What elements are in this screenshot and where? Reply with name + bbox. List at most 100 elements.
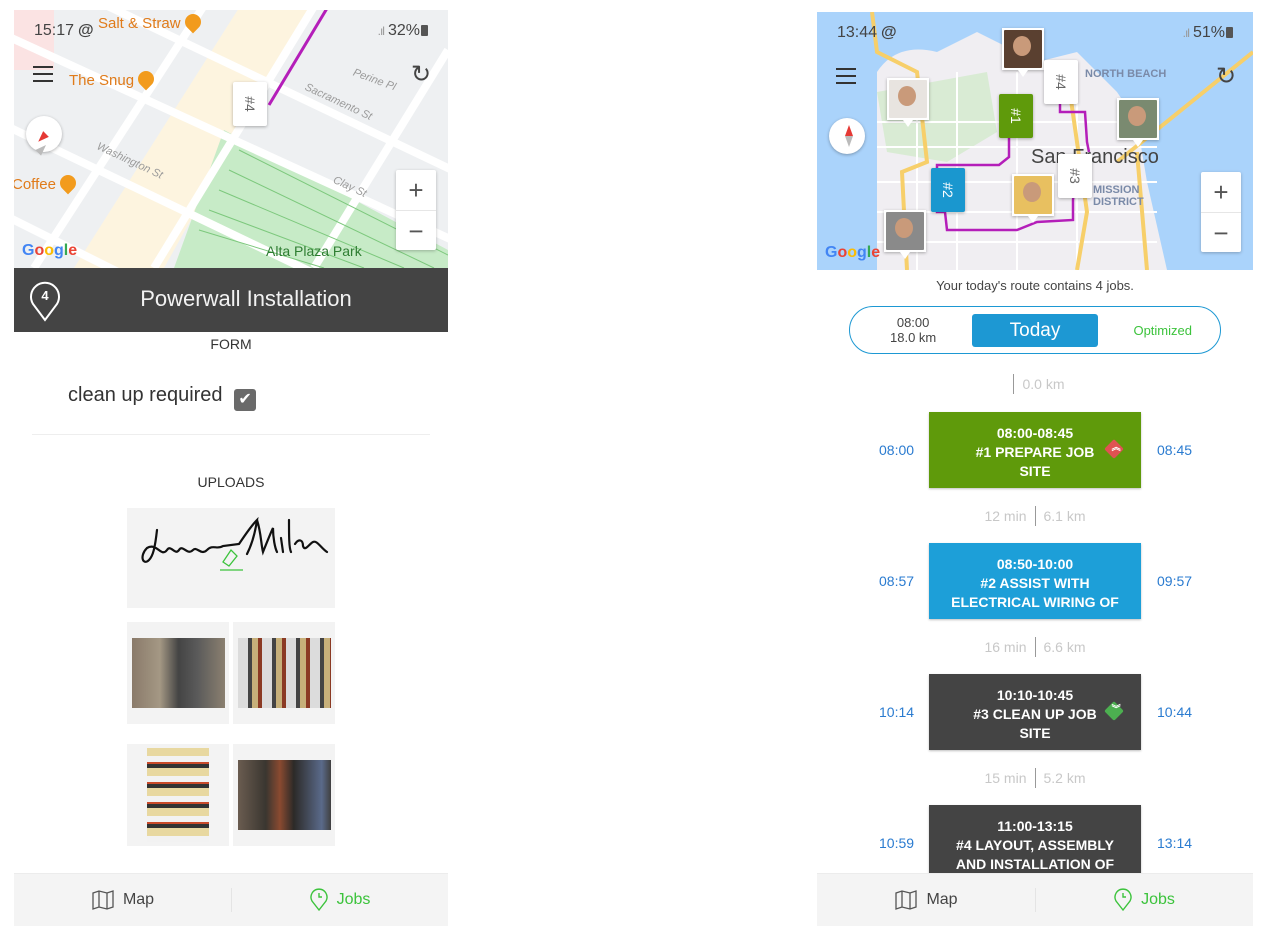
menu-button[interactable] [836,68,856,84]
status-time: 13:44 @ [837,24,897,41]
park-label: Alta Plaza Park [266,243,362,259]
job-marker-1[interactable]: #1 [999,94,1033,138]
arrival-time: 10:59 [879,835,915,851]
map-poi[interactable]: Salt & Straw [98,10,204,34]
map-view[interactable]: 13:44 @ .ıl 51% San Francisco NORTH BEACH … [817,12,1253,270]
battery-icon [421,25,428,36]
job-card[interactable]: 08:50-10:00 #2 ASSIST WITH ELECTRICAL WI… [929,543,1141,619]
bottom-nav: Map Jobs [817,873,1253,926]
today-button[interactable]: Today [972,314,1098,347]
battery-icon [1226,27,1233,38]
google-logo: Google [22,242,78,259]
photo-thumbnail[interactable] [127,622,229,724]
departure-time: 10:44 [1157,704,1193,720]
coffee-pin-icon [56,171,80,195]
route-selector: 08:00 18.0 km Today Optimized [849,306,1221,354]
status-bar: 15:17 @ .ıl 32% [14,10,448,50]
departure-time: 13:14 [1157,835,1193,851]
job-marker[interactable]: #4 [233,82,267,126]
job-card[interactable]: 11:00-13:15 #4 LAYOUT, ASSEMBLY AND INST… [929,805,1141,881]
status-battery: .ıl 51% [1183,24,1233,42]
nav-tab-jobs[interactable]: Jobs [231,874,448,926]
photo-thumbnail[interactable] [233,744,335,846]
job-row: 10:59 11:00-13:15 #4 LAYOUT, ASSEMBLY AN… [817,805,1253,881]
zoom-out-button[interactable]: − [396,211,436,251]
compass-icon [845,125,853,136]
form-section-title: FORM [210,336,252,352]
checkbox-checked-icon[interactable]: ✔ [234,389,257,411]
job-title: Powerwall Installation [140,286,352,311]
refresh-icon[interactable]: ↻ [408,62,434,88]
district-label: NORTH BEACH [1085,68,1167,80]
field-label: clean up required [68,384,223,406]
job-card[interactable]: 10:10-10:45 #3 CLEAN UP JOB SITE ︾ [929,674,1141,750]
zoom-out-button[interactable]: − [1201,213,1241,253]
photo-thumbnail[interactable] [127,744,229,846]
photo-busbar [238,638,331,708]
map-poi[interactable]: Coffee [14,171,80,195]
menu-button[interactable] [33,66,53,82]
signature-image [141,516,329,571]
zoom-controls: + − [396,170,436,250]
job-marker-4[interactable]: #4 [1044,60,1078,104]
city-label: San Francisco [1031,146,1159,168]
job-row: 08:57 08:50-10:00 #2 ASSIST WITH ELECTRI… [817,543,1253,619]
job-row: 08:00 08:00-08:45 #1 PREPARE JOB SITE ︽ … [817,412,1253,488]
zoom-controls: + − [1201,172,1241,252]
job-marker-3[interactable]: #3 [1058,154,1092,198]
signal-icon: .ıl [377,24,385,38]
status-time: 15:17 @ [34,22,94,39]
route-leg: 16 min 6.6 km [984,637,1086,657]
zoom-in-button[interactable]: + [1201,172,1241,213]
clock-pin-icon [309,888,328,912]
form-field-clean-up: clean up required ✔ [68,384,257,411]
job-row: 10:14 10:10-10:45 #3 CLEAN UP JOB SITE ︾… [817,674,1253,750]
restaurant-pin-icon [181,10,204,34]
compass-button[interactable] [26,116,62,156]
route-screen: 13:44 @ .ıl 51% San Francisco NORTH BEACH … [817,12,1253,926]
map-icon [895,890,918,910]
technician-avatar[interactable] [1002,28,1044,77]
zoom-in-button[interactable]: + [396,170,436,211]
job-marker-2[interactable]: #2 [931,168,965,212]
technician-avatar[interactable] [884,210,926,259]
signal-icon: .ıl [1182,26,1190,40]
technician-avatar[interactable] [1117,98,1159,147]
arrival-time: 08:57 [879,573,915,589]
job-card[interactable]: 08:00-08:45 #1 PREPARE JOB SITE ︽ [929,412,1141,488]
job-detail-screen: 15:17 @ .ıl 32% Salt & Straw The Snug Coff… [14,10,448,926]
map-icon [92,890,114,910]
clock-pin-icon [1114,888,1132,912]
route-leg: 0.0 km [817,374,1253,394]
signature-upload[interactable] [127,508,335,608]
route-leg: 15 min 5.2 km [984,768,1086,788]
optimized-status[interactable]: Optimized [1133,323,1192,338]
route-leg: 12 min 6.1 km [984,506,1086,526]
arrival-time: 10:14 [879,704,915,720]
refresh-icon[interactable]: ↻ [1213,64,1239,90]
map-view[interactable]: 15:17 @ .ıl 32% Salt & Straw The Snug Coff… [14,10,448,268]
google-logo: Google [825,244,881,261]
compass-button[interactable] [829,118,865,154]
district-label: MISSION DISTRICT [1093,184,1144,208]
photo-panel [147,748,209,842]
photo-wiring [238,760,331,830]
divider [32,434,430,435]
map-poi[interactable]: The Snug [69,67,158,91]
arrival-time: 08:00 [879,442,915,458]
status-battery: .ıl 32% [378,22,428,40]
nav-tab-map[interactable]: Map [817,874,1035,926]
restaurant-pin-icon [134,67,158,91]
nav-tab-jobs[interactable]: Jobs [1035,874,1253,926]
departure-time: 08:45 [1157,442,1193,458]
route-summary: Your today's route contains 4 jobs. [936,278,1134,293]
uploads-section-title: UPLOADS [197,474,265,490]
technician-avatar[interactable] [887,78,929,127]
departure-time: 09:57 [1157,573,1193,589]
photo-breaker [132,638,225,708]
route-stats: 08:00 18.0 km [890,315,937,345]
job-header: 4 Powerwall Installation [14,268,448,332]
technician-avatar[interactable] [1012,174,1054,223]
nav-tab-map[interactable]: Map [14,874,231,926]
photo-thumbnail[interactable] [233,622,335,724]
